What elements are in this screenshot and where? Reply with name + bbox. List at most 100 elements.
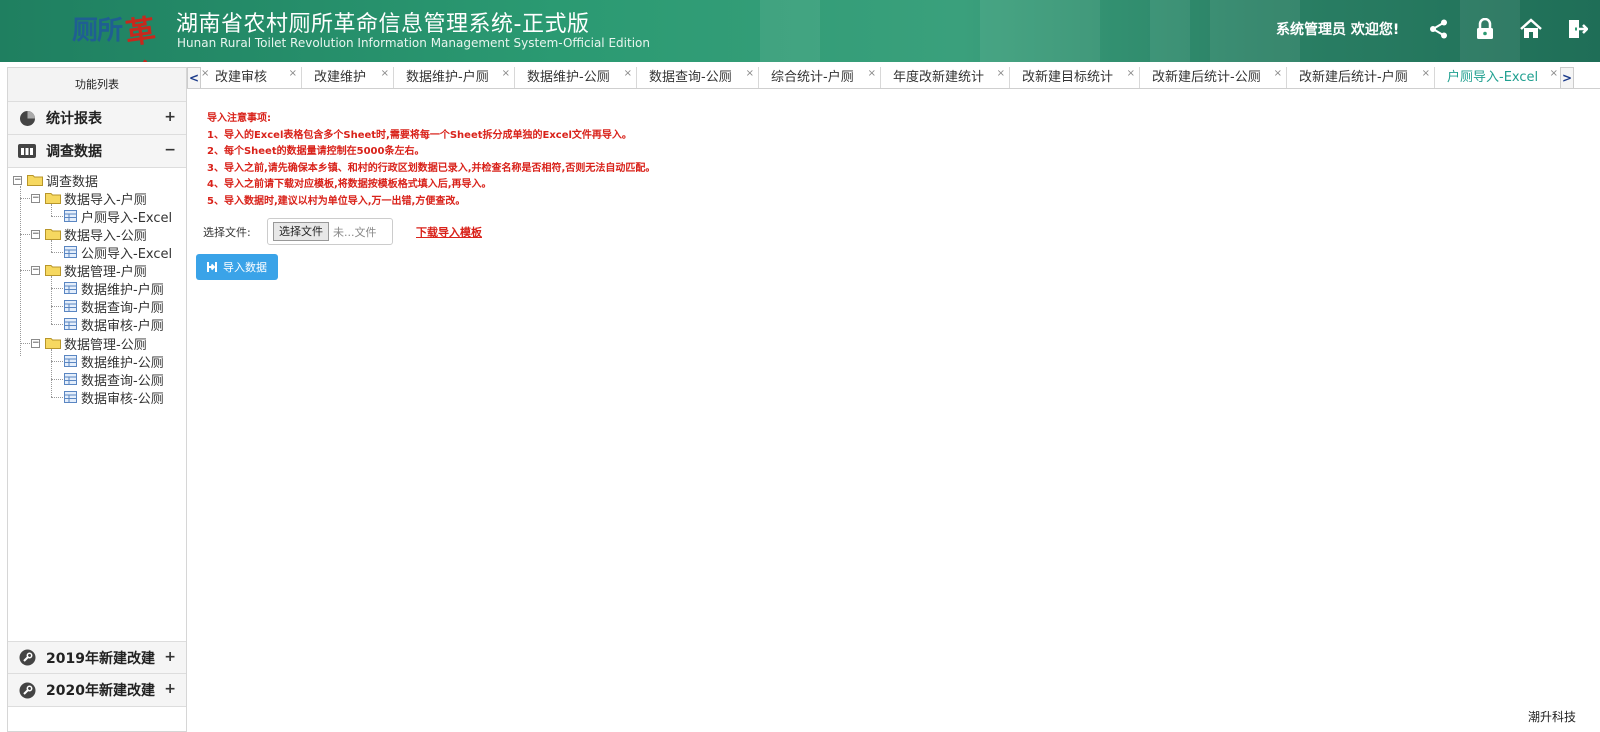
choose-file-button[interactable]: 选择文件 (273, 222, 329, 241)
collapse-toggle[interactable]: − (31, 229, 40, 239)
close-icon[interactable]: × (201, 67, 209, 85)
close-icon[interactable]: × (624, 67, 632, 85)
tab-bar: < × 改建审核 × 改建维护 × 数据维护-户厕 × 数据维护-公厕 × 数据… (187, 67, 1600, 89)
tree-group-label: 数据管理-公厕 (64, 337, 147, 353)
tab-data-maintain-household[interactable]: 数据维护-户厕 × (394, 67, 515, 88)
tree-item[interactable]: 数据查询-公厕 (64, 370, 164, 389)
file-select-row: 选择文件: 选择文件 未...文件 下载导入模板 (203, 218, 482, 246)
tab-label: 数据查询-公厕 (649, 70, 732, 85)
file-status: 未...文件 (333, 225, 377, 239)
notice-item: 3、导入之前,请先确保本乡镇、和村的行政区划数据已录入,并检查名称是否相符,否则… (207, 162, 656, 174)
file-label: 选择文件: (203, 226, 251, 239)
user-welcome: 系统管理员 欢迎您! (1276, 22, 1400, 38)
tab-label: 改新建后统计-户厕 (1299, 70, 1408, 85)
import-data-button[interactable]: 导入数据 (196, 254, 278, 280)
sidebar-section-label: 统计报表 (46, 111, 102, 127)
close-icon[interactable]: × (1274, 67, 1282, 85)
table-file-icon (64, 210, 77, 222)
tree-root-label: 调查数据 (46, 174, 99, 190)
share-icon[interactable] (1424, 14, 1454, 44)
tree-item-label: 户厕导入-Excel (81, 210, 173, 226)
logout-icon[interactable] (1562, 14, 1592, 44)
tree-item[interactable]: 数据查询-户厕 (64, 297, 164, 316)
tree-item-public-import[interactable]: 公厕导入-Excel (64, 243, 173, 262)
tab-household-import-excel[interactable]: 户厕导入-Excel × (1435, 67, 1563, 88)
close-icon[interactable]: × (1550, 67, 1558, 85)
close-icon[interactable]: × (502, 67, 510, 85)
expand-toggle[interactable]: + (164, 681, 176, 697)
footer-brand: 潮升科技 (1528, 710, 1577, 724)
tab-label: 改新建目标统计 (1022, 70, 1114, 85)
tree-group-label: 数据管理-户厕 (64, 264, 147, 280)
tab-target-stats[interactable]: 改新建目标统计 × (1010, 67, 1140, 88)
sidebar-section-label: 2019年新建改建 (46, 650, 155, 667)
tab-overall-stats-household[interactable]: 综合统计-户厕 × (759, 67, 881, 88)
home-icon[interactable] (1516, 14, 1546, 44)
survey-tree: − 调查数据 − 数据导入-户厕 户厕导入-Excel − 数据导入-公厕 公厕… (8, 168, 186, 638)
wrench-icon (18, 649, 36, 667)
tab-label: 改新建后统计-公厕 (1152, 70, 1261, 85)
sidebar: 功能列表 统计报表 + 调查数据 − − 调查数据 − 数据导入-户厕 户厕导入… (7, 67, 187, 732)
tree-item-label: 数据维护-公厕 (81, 355, 164, 371)
sidebar-section-stats[interactable]: 统计报表 + (8, 102, 186, 135)
tree-item-household-import[interactable]: 户厕导入-Excel (64, 207, 173, 226)
tab-label: 年度改新建统计 (893, 70, 985, 85)
sidebar-section-label: 调查数据 (46, 144, 102, 160)
tree-group[interactable]: − 数据导入-户厕 (31, 189, 147, 208)
sidebar-section-2019[interactable]: 2019年新建改建 + (8, 641, 186, 674)
collapse-toggle[interactable]: − (164, 142, 176, 158)
tree-item[interactable]: 数据维护-户厕 (64, 279, 164, 298)
tab-post-stats-public[interactable]: 改新建后统计-公厕 × (1140, 67, 1287, 88)
close-icon[interactable]: × (1422, 67, 1430, 85)
sidebar-section-label: 2020年新建改建 (46, 683, 155, 699)
app-title: 湖南省农村厕所革命信息管理系统-正式版 (176, 12, 590, 37)
sidebar-title: 功能列表 (8, 68, 186, 102)
collapse-toggle[interactable]: − (31, 338, 40, 348)
tab-label: 户厕导入-Excel (1447, 70, 1539, 85)
tab-prev-button[interactable]: < (187, 67, 201, 88)
tab-label: 数据维护-户厕 (406, 70, 489, 85)
tab-next-button[interactable]: > (1560, 67, 1574, 88)
notice-item: 2、每个Sheet的数据量请控制在5000条左右。 (207, 146, 425, 157)
folder-open-icon (27, 175, 43, 186)
tab-label: 综合统计-户厕 (771, 70, 854, 85)
folder-open-icon (45, 229, 61, 240)
tab-rebuild-review[interactable]: × 改建审核 × (201, 67, 302, 88)
collapse-toggle[interactable]: − (31, 193, 40, 203)
tab-data-query-public[interactable]: 数据查询-公厕 × (637, 67, 759, 88)
tree-item[interactable]: 数据审核-公厕 (64, 388, 164, 407)
collapse-toggle[interactable]: − (13, 175, 22, 185)
tree-item[interactable]: 数据维护-公厕 (64, 352, 164, 371)
close-icon[interactable]: × (381, 67, 389, 85)
tree-group[interactable]: − 数据导入-公厕 (31, 225, 147, 244)
tab-post-stats-household[interactable]: 改新建后统计-户厕 × (1287, 67, 1435, 88)
import-notice: 导入注意事项: 1、导入的Excel表格包含多个Sheet时,需要将每一个She… (207, 111, 655, 210)
collapse-toggle[interactable]: − (31, 265, 40, 275)
sidebar-section-2020[interactable]: 2020年新建改建 + (8, 674, 186, 707)
import-icon (207, 262, 217, 272)
expand-toggle[interactable]: + (164, 649, 176, 665)
sidebar-section-survey[interactable]: 调查数据 − (8, 135, 186, 168)
lock-icon[interactable] (1470, 14, 1500, 44)
expand-toggle[interactable]: + (164, 109, 176, 125)
folder-open-icon (45, 193, 61, 204)
close-icon[interactable]: × (997, 67, 1005, 85)
tab-annual-stats[interactable]: 年度改新建统计 × (881, 67, 1010, 88)
tab-rebuild-maintain[interactable]: 改建维护 × (302, 67, 394, 88)
import-panel: 导入注意事项: 1、导入的Excel表格包含多个Sheet时,需要将每一个She… (190, 90, 1600, 732)
pie-chart-icon (18, 109, 36, 127)
wrench-icon (18, 681, 36, 699)
tree-item-label: 公厕导入-Excel (81, 246, 173, 262)
close-icon[interactable]: × (1127, 67, 1135, 85)
tree-root[interactable]: − 调查数据 (13, 171, 99, 190)
download-template-link[interactable]: 下载导入模板 (416, 224, 482, 240)
notice-item: 1、导入的Excel表格包含多个Sheet时,需要将每一个Sheet拆分成单独的… (207, 129, 632, 141)
close-icon[interactable]: × (746, 67, 754, 85)
tree-group[interactable]: − 数据管理-户厕 (31, 261, 147, 280)
file-input[interactable]: 选择文件 未...文件 (267, 218, 393, 245)
tab-data-maintain-public[interactable]: 数据维护-公厕 × (515, 67, 637, 88)
tree-item[interactable]: 数据审核-户厕 (64, 315, 164, 334)
close-icon[interactable]: × (868, 67, 876, 85)
close-icon[interactable]: × (289, 67, 297, 85)
tree-group[interactable]: − 数据管理-公厕 (31, 334, 147, 353)
